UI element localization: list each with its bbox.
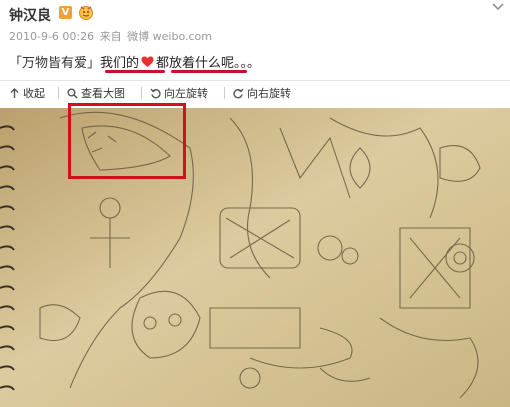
- rotate-right-label: 向右旋转: [247, 87, 291, 100]
- view-large-button[interactable]: 查看大图: [67, 85, 125, 101]
- search-icon: [67, 88, 78, 99]
- heart-icon: [141, 56, 154, 67]
- image-toolbar: 收起 查看大图 向左旋转 向右旋转: [0, 80, 510, 105]
- collapse-button[interactable]: 收起: [9, 85, 45, 101]
- rotate-left-icon: [150, 88, 161, 98]
- verified-badge[interactable]: V: [59, 6, 72, 19]
- collapse-label: 收起: [23, 87, 45, 100]
- rotate-right-icon: [233, 88, 244, 98]
- underline-2: [171, 70, 247, 73]
- post-text-part-2: 都放着什么呢。。。: [156, 56, 261, 71]
- separator: [141, 87, 142, 99]
- post-text: 「万物皆有爱」我们的 都放着什么呢。。。: [9, 52, 260, 71]
- highlight-box: [68, 103, 186, 179]
- source-prefix: 来自: [99, 30, 122, 43]
- topic-tag[interactable]: 「万物皆有爱」: [9, 56, 100, 71]
- timestamp[interactable]: 2010-9-6 00:26: [9, 30, 94, 43]
- source-link[interactable]: 微博 weibo.com: [127, 30, 212, 43]
- rotate-right-button[interactable]: 向右旋转: [233, 85, 291, 101]
- rotate-left-label: 向左旋转: [164, 87, 208, 100]
- rotate-left-button[interactable]: 向左旋转: [150, 85, 208, 101]
- post-text-part-1: 我们的: [100, 56, 140, 71]
- username[interactable]: 钟汉良: [9, 5, 51, 25]
- collapse-arrow-icon: [10, 87, 19, 98]
- chevron-down-icon[interactable]: [492, 2, 504, 12]
- post-meta: 2010-9-6 00:26 来自 微博 weibo.com: [9, 28, 214, 44]
- separator: [224, 87, 225, 99]
- separator: [58, 87, 59, 99]
- medal-icon[interactable]: [78, 4, 94, 20]
- underline-1: [105, 70, 165, 73]
- view-large-label: 查看大图: [81, 87, 125, 100]
- post-header: 钟汉良 V: [0, 0, 510, 28]
